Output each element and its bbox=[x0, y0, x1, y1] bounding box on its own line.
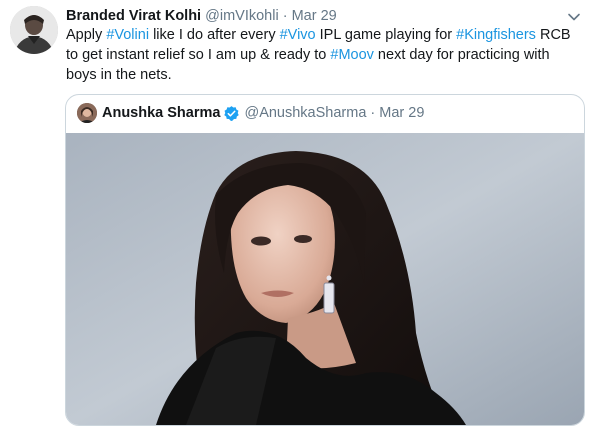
author-avatar[interactable] bbox=[10, 6, 58, 54]
tweet-header: Branded Virat Kolhi @imVIkohli · Mar 29 bbox=[66, 7, 562, 25]
quoted-tweet-header: Anushka Sharma @AnushkaSharma · Mar 29 bbox=[77, 103, 574, 124]
hashtag-link[interactable]: #Moov bbox=[330, 47, 374, 63]
hashtag-link[interactable]: #Kingfishers bbox=[456, 27, 536, 43]
tweet-text: Apply #Volini like I do after every #Viv… bbox=[66, 25, 581, 85]
tweet-date[interactable]: Mar 29 bbox=[292, 8, 337, 24]
quoted-author-avatar[interactable] bbox=[77, 103, 97, 124]
text-segment: Apply bbox=[66, 27, 107, 43]
quoted-tweet-card[interactable]: Anushka Sharma @AnushkaSharma · Mar 29 bbox=[65, 94, 585, 426]
tweet[interactable]: Branded Virat Kolhi @imVIkohli · Mar 29 … bbox=[0, 0, 592, 432]
quoted-tweet-date[interactable]: Mar 29 bbox=[375, 105, 424, 121]
hashtag-link[interactable]: #Volini bbox=[106, 27, 149, 43]
quoted-author-name[interactable]: Anushka Sharma bbox=[102, 105, 220, 121]
quoted-tweet-photo[interactable] bbox=[66, 133, 584, 425]
text-segment: IPL game playing for bbox=[315, 27, 457, 43]
author-name[interactable]: Branded Virat Kolhi bbox=[66, 8, 201, 24]
separator-dot: · bbox=[282, 8, 288, 24]
quoted-author-handle[interactable]: @AnushkaSharma bbox=[244, 105, 366, 121]
chevron-down-icon[interactable] bbox=[567, 9, 581, 21]
verified-badge-icon bbox=[223, 105, 240, 122]
hashtag-link[interactable]: #Vivo bbox=[280, 27, 316, 43]
text-segment: like I do after every bbox=[149, 27, 280, 43]
separator-dot: · bbox=[366, 105, 376, 122]
author-handle[interactable]: @imVIkohli bbox=[205, 8, 279, 24]
